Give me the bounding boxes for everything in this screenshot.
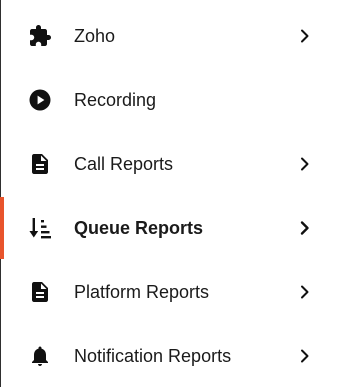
chevron-right-icon: [297, 284, 313, 300]
nav-item-label: Notification Reports: [74, 346, 232, 366]
nav-item-notification-reports[interactable]: Notification Reports: [0, 324, 356, 387]
chevron-right-icon: [297, 348, 313, 364]
nav-item-call-reports[interactable]: Call Reports: [0, 132, 356, 196]
nav-item-label: Platform Reports: [74, 282, 210, 302]
chevron-right-icon: [297, 28, 313, 44]
chevron-right-icon: [297, 220, 313, 236]
document-icon: [28, 152, 52, 176]
active-indicator: [0, 197, 4, 259]
nav-item-label: Recording: [74, 90, 157, 110]
sort-descending-icon: [28, 216, 52, 240]
document-icon: [28, 280, 52, 304]
chevron-right-icon: [297, 156, 313, 172]
nav-item-recording[interactable]: Recording: [0, 68, 356, 132]
nav-item-zoho[interactable]: Zoho: [0, 4, 356, 68]
nav-item-queue-reports[interactable]: Queue Reports: [0, 196, 356, 260]
nav-item-platform-reports[interactable]: Platform Reports: [0, 260, 356, 324]
bell-icon: [28, 344, 52, 368]
nav-item-label: Zoho: [74, 26, 116, 46]
play-circle-icon: [28, 88, 52, 112]
sidebar-nav: Zoho Recording Call Reports Queue Report…: [0, 0, 356, 387]
puzzle-piece-icon: [28, 24, 52, 48]
nav-item-label: Queue Reports: [74, 218, 204, 238]
nav-item-label: Call Reports: [74, 154, 174, 174]
